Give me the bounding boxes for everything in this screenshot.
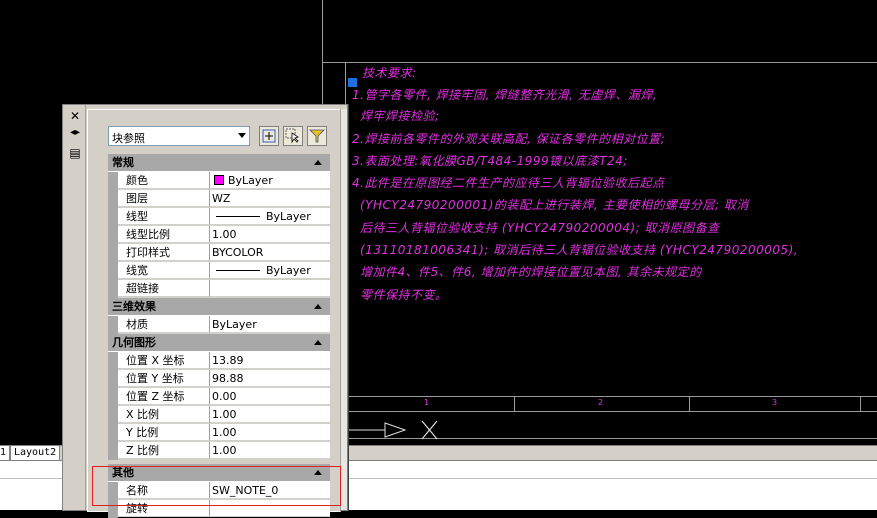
property-row-material[interactable]: 材质 ByLayer — [108, 316, 330, 334]
note-line: 3.表面处理:氧化膜GB/T484-1999镀以底漆T24; — [352, 154, 628, 168]
collapse-icon[interactable] — [314, 304, 322, 309]
category-3d-effects[interactable]: 三维效果 — [108, 298, 330, 316]
titleblock-line-1 — [345, 396, 877, 397]
property-grid: 常规 颜色 ByLayer 图层 WZ 线型 ByLayer 线型比例 1.00 打印样… — [108, 154, 330, 518]
property-row-position-x[interactable]: 位置 X 坐标 13.89 — [108, 352, 330, 370]
object-type-select[interactable]: 块参照 — [108, 126, 250, 146]
note-line: 零件保持不变。 — [360, 288, 448, 302]
titleblock-divider-2 — [689, 396, 690, 411]
note-line: 2.焊接前各零件的外观关联高配, 保证各零件的相对位置; — [352, 132, 666, 146]
autohide-icon[interactable]: ◂▸ — [68, 126, 82, 140]
palette-titlebar[interactable]: ✕ ◂▸ ▤ — [63, 105, 86, 510]
property-row-color[interactable]: 颜色 ByLayer — [108, 172, 330, 190]
color-swatch-icon — [214, 175, 224, 185]
property-row-plot-style[interactable]: 打印样式 BYCOLOR — [108, 244, 330, 262]
select-objects-button[interactable] — [283, 126, 303, 146]
properties-menu-icon[interactable]: ▤ — [68, 146, 82, 160]
titleblock-divider-1 — [514, 396, 515, 411]
note-line: 4.此件是在原图经二件生产的应待三人背辐位验收后起点 — [352, 176, 665, 190]
tab-layout2[interactable]: Layout2 — [10, 446, 61, 461]
collapse-icon[interactable] — [314, 160, 322, 165]
frame-border-top — [322, 62, 877, 63]
property-row-position-z[interactable]: 位置 Z 坐标 0.00 — [108, 388, 330, 406]
property-row-layer[interactable]: 图层 WZ — [108, 190, 330, 208]
property-row-lineweight[interactable]: 线宽 ByLayer — [108, 262, 330, 280]
titleblock-line-2 — [345, 411, 877, 412]
palette-scrollbar[interactable] — [340, 109, 347, 510]
toggle-pickadd-button[interactable] — [259, 126, 279, 146]
quick-select-button[interactable] — [307, 126, 327, 146]
note-line: 技术要求: — [362, 66, 417, 80]
property-row-scale-x[interactable]: X 比例 1.00 — [108, 406, 330, 424]
property-row-position-y[interactable]: 位置 Y 坐标 98.88 — [108, 370, 330, 388]
note-line: 焊牢焊接检验; — [360, 109, 440, 123]
property-row-linetype[interactable]: 线型 ByLayer — [108, 208, 330, 226]
property-row-scale-z[interactable]: Z 比例 1.00 — [108, 442, 330, 460]
tab-layout-1[interactable]: 1 — [0, 446, 11, 461]
column-number-3: 3 — [772, 398, 778, 407]
column-number-2: 2 — [598, 398, 604, 407]
category-general[interactable]: 常规 — [108, 154, 330, 172]
property-row-hyperlink[interactable]: 超链接 — [108, 280, 330, 298]
property-row-scale-y[interactable]: Y 比例 1.00 — [108, 424, 330, 442]
column-number-1: 1 — [424, 398, 430, 407]
property-row-linetype-scale[interactable]: 线型比例 1.00 — [108, 226, 330, 244]
chevron-down-icon — [238, 133, 246, 138]
lineweight-preview-icon — [216, 270, 260, 271]
titleblock-divider-3 — [860, 396, 861, 411]
palette-body: 块参照 常规 颜色 ByLayer 图层 WZ 线型 ByLayer 线型比例 1.00… — [87, 109, 341, 518]
highlight-box — [92, 466, 341, 506]
note-line: (13110181006341); 取消后待三人背辐位验收支持 (YHCY247… — [360, 243, 799, 257]
note-line: 后待三人背辐位验收支持 (YHCY24790200004); 取消原图备查 — [360, 221, 720, 235]
collapse-icon[interactable] — [314, 340, 322, 345]
object-type-value: 块参照 — [112, 132, 145, 145]
close-icon[interactable]: ✕ — [68, 109, 82, 123]
properties-palette[interactable]: ✕ ◂▸ ▤ 块参照 常规 颜色 ByLayer 图层 WZ 线型 ByLayer 线… — [62, 104, 348, 518]
note-line: 增加件4、件5、件6, 增加件的焊接位置见本图, 其余未规定的 — [360, 265, 702, 279]
category-geometry[interactable]: 几何图形 — [108, 334, 330, 352]
note-line: 1.管字各零件, 焊接牢固, 焊缝整齐光滑, 无虚焊、漏焊, — [352, 88, 658, 102]
ucs-icon — [345, 420, 438, 440]
linetype-preview-icon — [216, 216, 260, 217]
note-line: (YHCY24790200001)的装配上进行装焊, 主要使相的螺母分层; 取消 — [360, 198, 749, 212]
